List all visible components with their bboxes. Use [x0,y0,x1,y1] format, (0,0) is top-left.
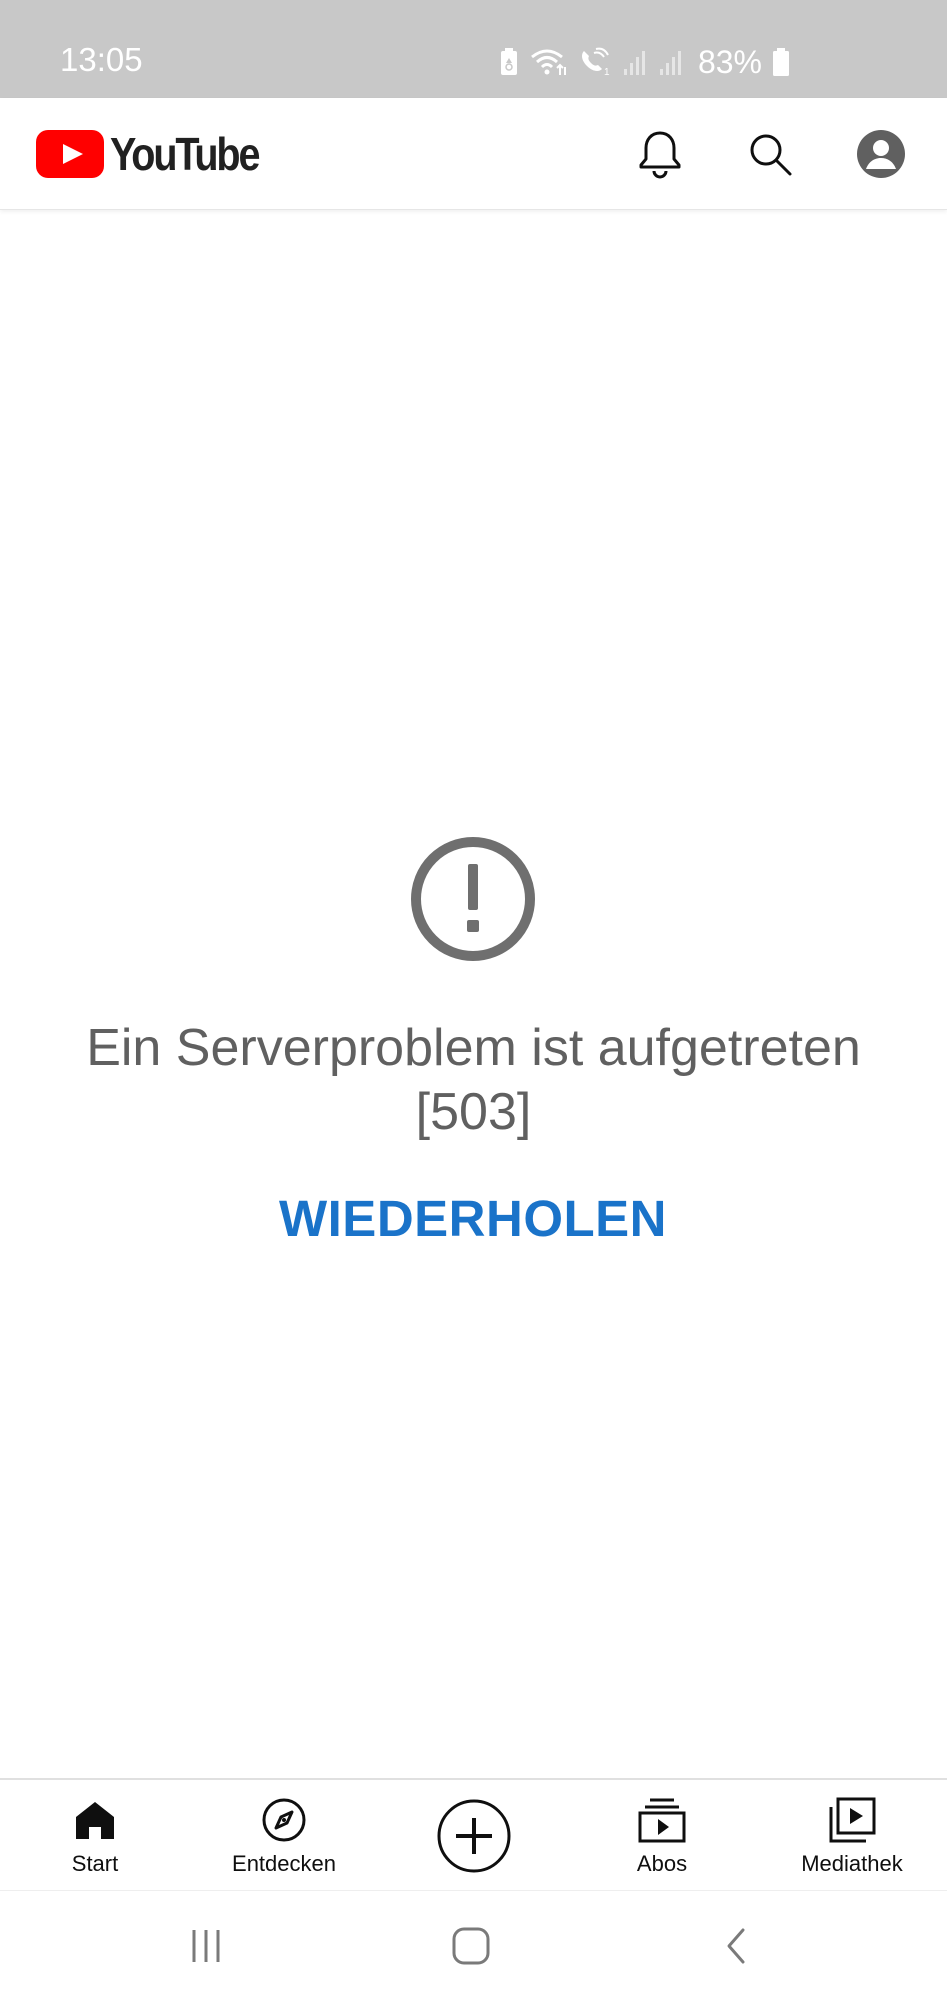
alert-circle-icon [411,837,535,961]
system-nav-bar [0,1890,947,2000]
back-icon [727,1928,745,1964]
nav-label-subscriptions: Abos [636,1851,688,1876]
recents-icon [192,1930,220,1962]
youtube-play-logo-icon [36,130,104,178]
nav-item-library[interactable]: Mediathek [782,1780,922,1892]
account-button[interactable] [853,126,909,182]
signal-icon [622,47,648,77]
search-icon [750,134,792,176]
retry-button[interactable]: WIEDERHOLEN [223,1186,723,1250]
app-header: YouTube [0,98,947,210]
notifications-button[interactable] [632,126,688,182]
compass-icon [260,1796,308,1844]
youtube-logo[interactable]: YouTube [36,128,282,180]
status-time: 13:05 [60,41,143,78]
nav-item-create[interactable] [420,1780,528,1892]
library-icon [828,1796,876,1844]
search-button[interactable] [742,126,798,182]
nav-item-subscriptions[interactable]: Abos [602,1780,722,1892]
home-circle-icon [452,1927,490,1965]
recents-button[interactable] [176,1921,236,1971]
wifi-icon [530,47,568,77]
error-message: Ein Serverproblem ist aufgetreten [503] [86,1019,861,1141]
nav-item-explore[interactable]: Entdecken [214,1780,354,1892]
create-plus-icon [436,1798,512,1874]
home-icon [71,1796,119,1844]
notifications-bell-icon [639,131,681,179]
battery-percent: 83% [697,44,762,80]
system-back-button[interactable] [706,1921,766,1971]
nav-label-library: Mediathek [801,1851,903,1876]
signal-icon [658,47,684,77]
subscriptions-icon [638,1796,686,1844]
account-icon [857,130,905,178]
system-home-button[interactable] [441,1921,501,1971]
svg-text:1: 1 [604,67,610,77]
nav-label-start: Start [71,1851,119,1876]
screen: 13:05 1 83% YouTube Ein Serverproblem is… [0,0,947,2000]
battery-saver-icon [498,47,520,77]
battery-icon [772,47,790,77]
wifi-calling-icon: 1 [578,47,612,77]
status-icons: 1 83% [498,42,790,82]
status-bar: 13:05 1 83% [0,0,947,98]
bottom-nav: Start Entdecken Abos Mediathek [0,1778,947,1890]
youtube-wordmark: YouTube [110,128,260,180]
nav-item-start[interactable]: Start [35,1780,155,1892]
nav-label-explore: Entdecken [232,1851,336,1876]
